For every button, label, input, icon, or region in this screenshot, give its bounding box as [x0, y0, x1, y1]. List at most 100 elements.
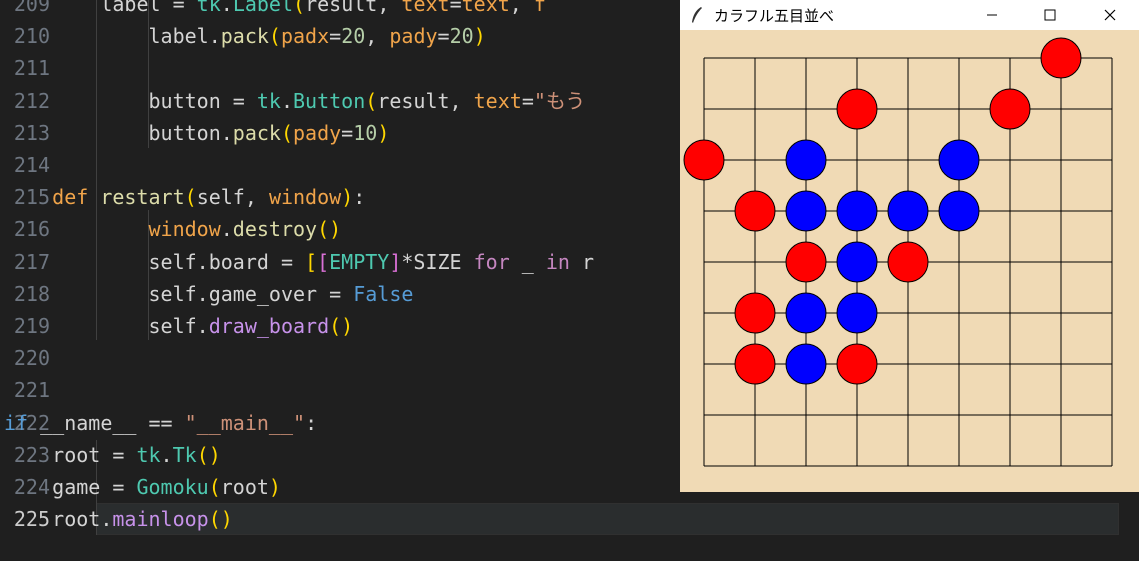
code-token: root = — [4, 442, 137, 467]
code-token: ( — [293, 0, 306, 16]
code-line[interactable]: def restart(self, window): — [4, 181, 365, 213]
code-token: ( — [208, 475, 221, 499]
code-token: destroy — [232, 217, 318, 242]
blue-stone — [785, 190, 827, 232]
code-token: ) — [473, 24, 486, 49]
line-number: 214 — [13, 153, 50, 177]
code-token: pack — [232, 120, 281, 145]
code-token: () — [208, 507, 233, 532]
code-token: () — [329, 314, 354, 338]
code-token: , — [509, 0, 534, 16]
code-token: *SIZE — [401, 249, 474, 274]
code-line[interactable]: if __name__ == "__main__": — [4, 407, 317, 439]
code-token: self.game_over = — [4, 281, 354, 306]
code-token: label. — [4, 24, 221, 49]
code-token: 10 — [353, 120, 378, 145]
code-token: Gomoku — [136, 475, 209, 499]
red-stone — [836, 343, 878, 385]
minimize-icon — [987, 14, 997, 16]
code-token: __name__ == — [28, 410, 185, 435]
code-line[interactable]: button.pack(pady=10) — [4, 117, 389, 149]
code-token: tk — [256, 88, 281, 113]
close-button[interactable] — [1087, 0, 1133, 30]
code-token: root — [220, 475, 269, 499]
code-token: [ — [317, 249, 330, 274]
blue-stone — [836, 292, 878, 334]
maximize-button[interactable] — [1027, 0, 1073, 30]
code-line[interactable]: root = tk.Tk() — [4, 439, 221, 471]
code-token: tk — [136, 442, 161, 467]
window-title: カラフル五目並べ — [714, 7, 835, 25]
code-token: ( — [280, 120, 293, 145]
blue-stone — [836, 190, 878, 232]
code-token: . — [220, 0, 233, 16]
code-token: ( — [268, 24, 281, 49]
code-token: : — [305, 410, 318, 435]
code-token: self. — [4, 314, 209, 338]
code-token: button. — [4, 120, 233, 145]
code-token: 20 — [449, 24, 474, 49]
tk-feather-icon — [692, 7, 702, 23]
code-token: () — [317, 217, 342, 242]
code-token: text — [401, 0, 450, 16]
code-token: button = — [4, 88, 257, 113]
code-line[interactable]: self.board = [[EMPTY]*SIZE for _ in r — [4, 246, 594, 278]
current-line-highlight — [96, 503, 1119, 535]
blue-stone — [938, 190, 980, 232]
code-token: = — [329, 24, 342, 49]
code-token: ) — [377, 120, 390, 145]
code-token: : — [353, 185, 366, 210]
code-token: = — [449, 0, 462, 16]
code-token: pady — [389, 24, 438, 49]
code-line[interactable]: window.destroy() — [4, 213, 341, 245]
minimize-button[interactable] — [969, 0, 1015, 30]
code-token: [ — [305, 249, 318, 274]
red-stone — [989, 88, 1031, 130]
code-token: self.board = — [4, 249, 306, 274]
code-line[interactable]: button = tk.Button(result, text="もう — [4, 85, 585, 117]
code-token: pady — [293, 120, 342, 145]
blue-stone — [785, 292, 827, 334]
code-token: window — [268, 185, 342, 210]
code-token: f — [533, 0, 546, 16]
code-line[interactable]: label.pack(padx=20, pady=20) — [4, 20, 486, 52]
code-token: result, — [377, 88, 474, 113]
code-token: ] — [389, 249, 402, 274]
blue-stone — [836, 241, 878, 283]
code-token: = — [521, 88, 534, 113]
code-token: Button — [293, 88, 366, 113]
blue-stone — [785, 139, 827, 181]
code-line[interactable]: root.mainloop() — [4, 503, 233, 535]
game-board-canvas[interactable] — [680, 30, 1139, 492]
code-token: , — [365, 24, 390, 49]
code-token: mainloop — [112, 507, 209, 532]
code-token: result, — [305, 0, 402, 16]
code-token: draw_board — [208, 314, 330, 338]
code-token: EMPTY — [329, 249, 390, 274]
blue-stone — [887, 190, 929, 232]
code-token: 20 — [341, 24, 366, 49]
code-token: Label — [232, 0, 294, 16]
code-token: r — [569, 249, 595, 274]
code-token: padx — [280, 24, 330, 49]
code-line[interactable]: self.game_over = False — [4, 278, 413, 310]
maximize-icon — [1044, 9, 1056, 21]
code-line[interactable]: self.draw_board() — [4, 310, 353, 342]
code-token: "もう — [533, 88, 586, 113]
code-token: tk — [196, 0, 221, 16]
window-titlebar[interactable]: カラフル五目並べ — [680, 0, 1139, 30]
line-number: 220 — [13, 346, 50, 371]
code-token: ) — [341, 185, 354, 210]
code-line[interactable]: label = tk.Label(result, text=text, f — [4, 0, 546, 20]
code-line[interactable]: game = Gomoku(root) — [4, 471, 281, 503]
gomoku-window[interactable]: カラフル五目並べ — [680, 0, 1139, 492]
code-token: = — [437, 24, 450, 49]
code-token: Tk — [172, 442, 197, 467]
code-token: restart — [100, 185, 185, 210]
blue-stone — [785, 343, 827, 385]
code-token: _ — [509, 249, 546, 274]
code-token: root. — [4, 507, 113, 532]
code-token: . — [220, 217, 233, 242]
